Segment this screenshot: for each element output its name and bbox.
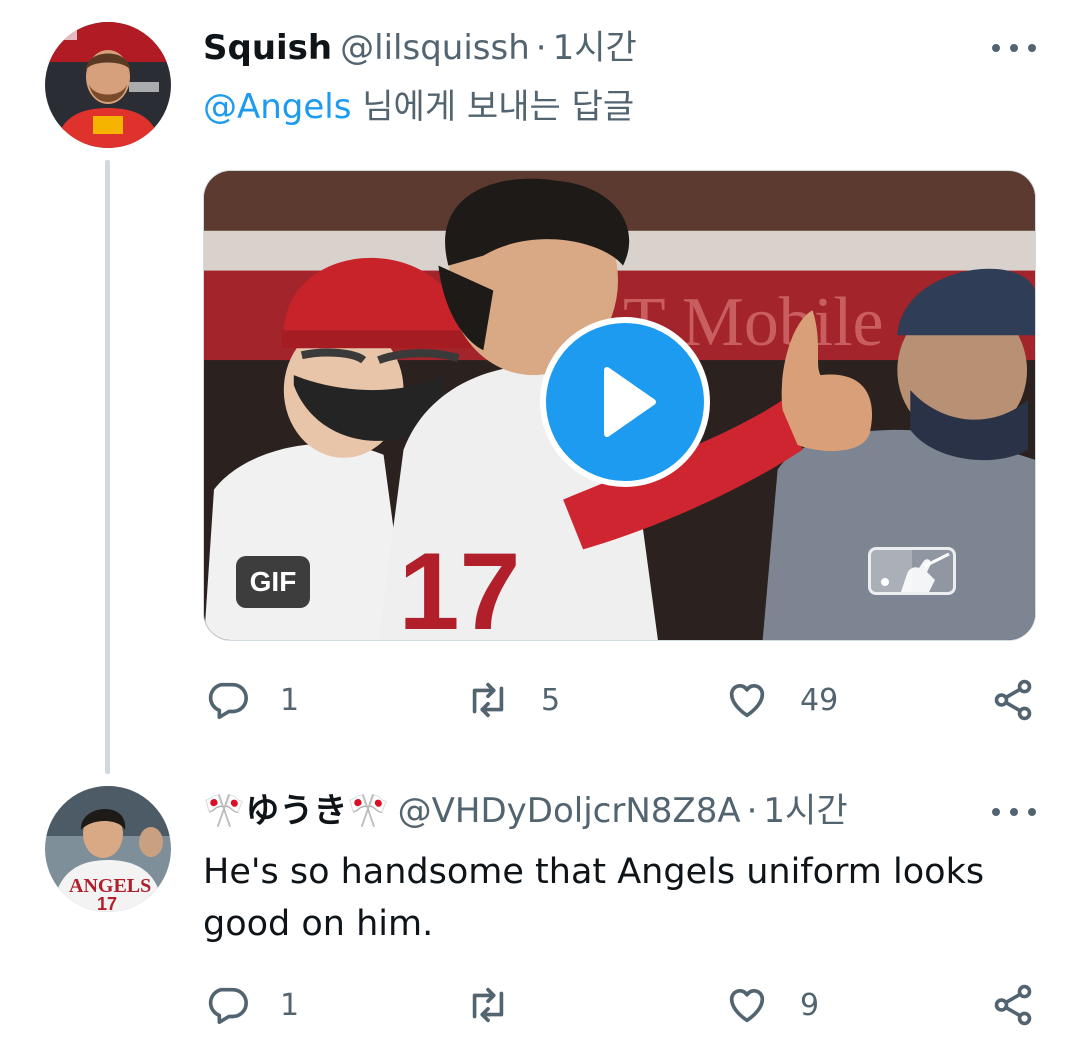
tweet-text: He's so handsome that Angels uniform loo…	[203, 852, 985, 944]
retweet-icon	[472, 682, 504, 718]
more-icon[interactable]	[992, 802, 1036, 822]
gif-media[interactable]: T Mobile 17 GIF	[203, 170, 1036, 641]
like-icon	[729, 988, 765, 1023]
reply-count: 1	[280, 987, 300, 1023]
reply-count: 1	[280, 682, 300, 718]
handle[interactable]: @lilsquissh	[340, 28, 530, 68]
play-icon	[604, 367, 656, 437]
tweet-header: Squish @lilsquissh · 1시간	[203, 25, 637, 71]
reply-button[interactable]: 1	[204, 982, 299, 1028]
share-button[interactable]	[990, 677, 1036, 723]
reply-button[interactable]: 1	[204, 677, 299, 723]
thread-line	[105, 160, 110, 774]
share-icon	[994, 984, 1032, 1026]
svg-text:17: 17	[399, 531, 521, 640]
separator: ·	[535, 28, 547, 68]
reply-icon	[208, 682, 248, 720]
timestamp[interactable]: 1시간	[553, 28, 637, 68]
avatar[interactable]	[45, 22, 171, 148]
play-button[interactable]	[540, 317, 710, 487]
handle[interactable]: @VHDyDoljcrN8Z8A	[398, 791, 741, 831]
retweet-button[interactable]	[465, 982, 541, 1028]
reply-icon	[208, 987, 248, 1025]
more-icon[interactable]	[992, 38, 1036, 58]
svg-text:17: 17	[97, 894, 117, 912]
mlb-logo	[868, 547, 956, 595]
avatar[interactable]: ANGELS 17	[45, 786, 171, 912]
gif-badge: GIF	[236, 556, 310, 608]
like-icon	[729, 683, 765, 718]
retweet-count: 5	[541, 682, 561, 718]
reply-context: @Angels 님에게 보내는 답글	[203, 84, 634, 130]
like-button[interactable]: 49	[724, 677, 838, 723]
reply-mention-link[interactable]: @Angels	[203, 87, 351, 127]
like-button[interactable]: 9	[724, 982, 819, 1028]
timestamp[interactable]: 1시간	[763, 791, 847, 831]
retweet-icon	[472, 987, 504, 1023]
share-button[interactable]	[990, 982, 1036, 1028]
display-name[interactable]: 🎌ゆうき🎌	[203, 791, 390, 831]
like-count: 9	[800, 987, 820, 1023]
like-count: 49	[800, 682, 839, 718]
display-name[interactable]: Squish	[203, 28, 332, 68]
reply-context-label: 님에게 보내는 답글	[351, 87, 635, 127]
share-icon	[994, 679, 1032, 721]
retweet-button[interactable]: 5	[465, 677, 560, 723]
separator: ·	[746, 791, 758, 831]
tweet-header: 🎌ゆうき🎌 @VHDyDoljcrN8Z8A · 1시간	[203, 788, 848, 834]
